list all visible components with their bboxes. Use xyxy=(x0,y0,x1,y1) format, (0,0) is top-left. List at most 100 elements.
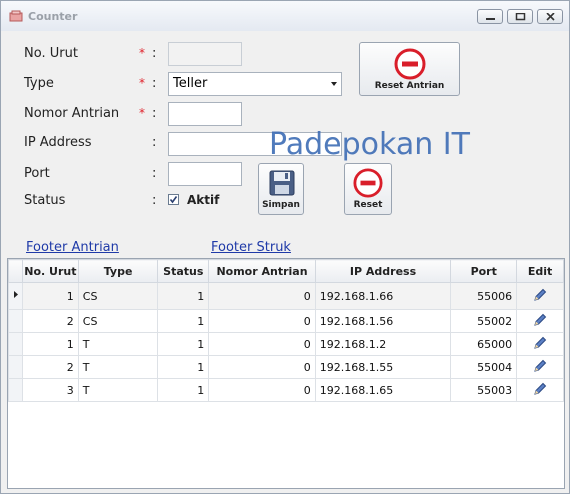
cell-nomor-antrian[interactable]: 0 xyxy=(208,309,316,333)
row-selector-header xyxy=(8,259,23,283)
no-urut-colon: : xyxy=(152,46,157,61)
cell-no-urut[interactable]: 3 xyxy=(22,378,79,402)
type-colon: : xyxy=(152,76,157,91)
current-row-arrow-icon xyxy=(14,291,18,298)
status-checkbox[interactable] xyxy=(168,194,179,205)
row-selector[interactable] xyxy=(8,282,23,310)
counter-window: Counter No. Urut * : Type * : Teller Nom… xyxy=(0,0,570,494)
table-row[interactable]: 2 T 1 0 192.168.1.55 55004 xyxy=(8,355,564,379)
row-selector[interactable] xyxy=(8,332,23,356)
column-header[interactable]: Port xyxy=(450,259,518,283)
stop-icon xyxy=(353,168,383,198)
status-label: Status xyxy=(24,193,66,208)
row-selector[interactable] xyxy=(8,378,23,402)
cell-edit[interactable] xyxy=(516,332,564,356)
cell-edit[interactable] xyxy=(516,309,564,333)
type-required-mark: * xyxy=(139,76,145,90)
cell-edit[interactable] xyxy=(516,378,564,402)
table-row[interactable]: 1 CS 1 0 192.168.1.66 55006 xyxy=(8,282,564,310)
nomor-antrian-field[interactable] xyxy=(168,102,242,126)
cell-port[interactable]: 55006 xyxy=(450,282,518,310)
pencil-icon[interactable] xyxy=(532,358,548,374)
data-grid: No. Urut Type Status Nomor Antrian IP Ad… xyxy=(8,259,564,402)
reset-antrian-button[interactable]: Reset Antrian xyxy=(359,42,460,96)
no-urut-required-mark: * xyxy=(139,46,145,60)
cell-port[interactable]: 55002 xyxy=(450,309,518,333)
cell-ip-address[interactable]: 192.168.1.56 xyxy=(314,309,452,333)
counter-table[interactable]: No. Urut Type Status Nomor Antrian IP Ad… xyxy=(7,258,565,489)
column-header[interactable]: Nomor Antrian xyxy=(208,259,316,283)
cell-status[interactable]: 1 xyxy=(157,332,210,356)
cell-type[interactable]: T xyxy=(77,355,159,379)
column-header[interactable]: IP Address xyxy=(314,259,452,283)
pencil-icon[interactable] xyxy=(532,335,548,351)
row-selector[interactable] xyxy=(8,355,23,379)
cell-no-urut[interactable]: 2 xyxy=(22,355,79,379)
cell-type[interactable]: CS xyxy=(77,282,159,310)
ip-address-colon: : xyxy=(152,135,157,150)
table-row[interactable]: 2 CS 1 0 192.168.1.56 55002 xyxy=(8,309,564,333)
nomor-antrian-required-mark: * xyxy=(139,106,145,120)
column-header[interactable]: Edit xyxy=(516,259,564,283)
cell-type[interactable]: CS xyxy=(77,309,159,333)
maximize-icon xyxy=(515,13,526,21)
pencil-icon[interactable] xyxy=(532,381,548,397)
cell-ip-address[interactable]: 192.168.1.2 xyxy=(314,332,452,356)
status-checkbox-label[interactable]: Aktif xyxy=(187,193,219,207)
cell-no-urut[interactable]: 1 xyxy=(22,332,79,356)
column-header[interactable]: Type xyxy=(77,259,159,283)
table-row[interactable]: 3 T 1 0 192.168.1.65 55003 xyxy=(8,378,564,402)
no-urut-label: No. Urut xyxy=(24,46,78,61)
type-select[interactable]: Teller xyxy=(168,72,342,96)
port-field[interactable] xyxy=(168,162,242,186)
cell-type[interactable]: T xyxy=(77,332,159,356)
reset-button[interactable]: Reset xyxy=(344,163,392,215)
status-colon: : xyxy=(152,193,157,208)
cell-port[interactable]: 55004 xyxy=(450,355,518,379)
port-label: Port xyxy=(24,166,50,181)
maximize-button[interactable] xyxy=(507,9,533,24)
cell-ip-address[interactable]: 192.168.1.65 xyxy=(314,378,452,402)
nomor-antrian-colon: : xyxy=(152,106,157,121)
nomor-antrian-label: Nomor Antrian xyxy=(24,106,120,121)
cell-port[interactable]: 65000 xyxy=(450,332,518,356)
column-header[interactable]: Status xyxy=(157,259,210,283)
cell-port[interactable]: 55003 xyxy=(450,378,518,402)
pencil-icon[interactable] xyxy=(532,287,548,303)
cell-edit[interactable] xyxy=(516,355,564,379)
footer-struk-link[interactable]: Footer Struk xyxy=(211,240,291,255)
table-row[interactable]: 1 T 1 0 192.168.1.2 65000 xyxy=(8,332,564,356)
ip-address-label: IP Address xyxy=(24,135,92,150)
close-button[interactable] xyxy=(537,9,563,24)
no-urut-field[interactable] xyxy=(168,42,242,66)
port-colon: : xyxy=(152,166,157,181)
window-title: Counter xyxy=(28,10,78,23)
pencil-icon[interactable] xyxy=(532,312,548,328)
cell-no-urut[interactable]: 1 xyxy=(22,282,79,310)
cell-type[interactable]: T xyxy=(77,378,159,402)
cell-nomor-antrian[interactable]: 0 xyxy=(208,378,316,402)
cell-status[interactable]: 1 xyxy=(157,282,210,310)
cell-ip-address[interactable]: 192.168.1.55 xyxy=(314,355,452,379)
minimize-button[interactable] xyxy=(477,9,503,24)
cell-status[interactable]: 1 xyxy=(157,378,210,402)
checkmark-icon xyxy=(169,196,178,204)
cell-nomor-antrian[interactable]: 0 xyxy=(208,332,316,356)
column-header[interactable]: No. Urut xyxy=(22,259,79,283)
simpan-button[interactable]: Simpan xyxy=(258,163,304,215)
type-label: Type xyxy=(24,76,54,91)
cell-edit[interactable] xyxy=(516,282,564,310)
reset-label: Reset xyxy=(353,200,383,210)
cell-status[interactable]: 1 xyxy=(157,355,210,379)
save-icon xyxy=(269,170,295,196)
cell-status[interactable]: 1 xyxy=(157,309,210,333)
watermark-text: Padepokan IT xyxy=(269,127,470,162)
cell-nomor-antrian[interactable]: 0 xyxy=(208,282,316,310)
type-select-value: Teller xyxy=(173,76,208,91)
cell-ip-address[interactable]: 192.168.1.66 xyxy=(314,282,452,310)
cell-nomor-antrian[interactable]: 0 xyxy=(208,355,316,379)
cell-no-urut[interactable]: 2 xyxy=(22,309,79,333)
chevron-down-icon xyxy=(331,82,337,86)
row-selector[interactable] xyxy=(8,309,23,333)
footer-antrian-link[interactable]: Footer Antrian xyxy=(26,240,119,255)
